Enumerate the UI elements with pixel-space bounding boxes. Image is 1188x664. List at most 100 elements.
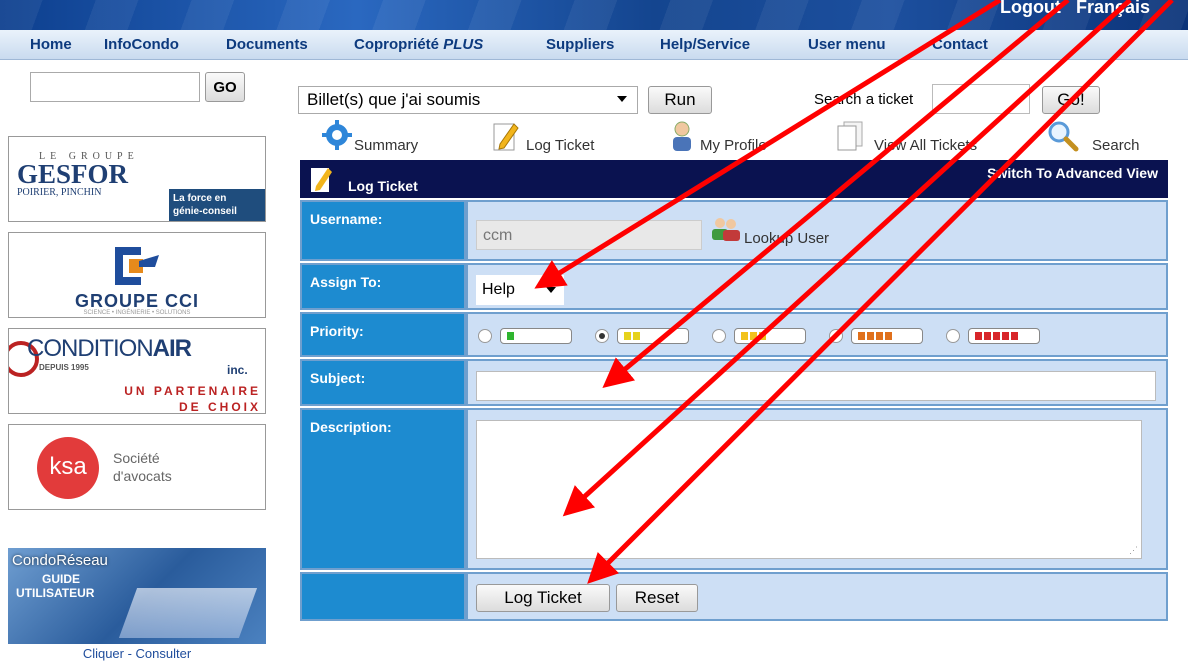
username-label: Username:: [302, 202, 464, 259]
assign-row: Assign To: Help: [300, 262, 1168, 310]
nav-user-menu[interactable]: User menu: [808, 36, 886, 53]
person-icon: [673, 121, 691, 151]
nav-suppliers[interactable]: Suppliers: [546, 36, 614, 53]
advanced-view-link[interactable]: Switch To Advanced View: [987, 165, 1158, 181]
priority-radio-3[interactable]: [712, 329, 726, 343]
ad-ksa[interactable]: ksa Société d'avocats: [8, 424, 266, 510]
condo-cta-link[interactable]: Cliquer - Consulter: [8, 644, 266, 664]
conditionair-name: CONDITIONAIR: [27, 335, 192, 363]
nav-infocondo[interactable]: InfoCondo: [104, 36, 179, 53]
tool-search[interactable]: Search: [1046, 120, 1150, 154]
chevron-down-icon: [546, 287, 556, 293]
ad-conditionair[interactable]: CONDITIONAIR DEPUIS 1995 inc. UN PARTENA…: [8, 328, 266, 414]
nav-copropriete-label: Copropriété: [354, 36, 440, 53]
conditionair-inc: inc.: [227, 363, 248, 377]
username-field[interactable]: ccm: [476, 220, 702, 250]
ksa-tagline: Société d'avocats: [113, 449, 172, 485]
description-label: Description:: [302, 410, 464, 568]
reset-button[interactable]: Reset: [616, 584, 698, 612]
ad-condo-reseau-guide[interactable]: CondoRéseau GUIDE UTILISATEUR Cliquer - …: [8, 548, 266, 664]
priority-bar-segment: [876, 332, 883, 340]
tool-summary[interactable]: Summary: [322, 120, 442, 154]
condo-user: UTILISATEUR: [16, 586, 95, 600]
conditionair-tagline-1: UN PARTENAIRE: [124, 384, 261, 398]
priority-radio-2[interactable]: [595, 329, 609, 343]
site-search-input[interactable]: [30, 72, 200, 102]
priority-level-icon-4: [851, 328, 923, 344]
site-search-go-button[interactable]: GO: [205, 72, 245, 102]
condo-guide: GUIDE: [42, 572, 81, 586]
banner-links: Logout Français: [990, 0, 1150, 18]
assign-cell: Help: [468, 265, 1166, 308]
priority-bar-segment: [867, 332, 874, 340]
username-cell: ccm Lookup User: [468, 202, 1166, 259]
actions-row: Log Ticket Reset: [300, 571, 1168, 621]
subject-input[interactable]: [476, 371, 1156, 401]
priority-bar-segment: [975, 332, 982, 340]
ticket-filter-select[interactable]: Billet(s) que j'ai soumis: [298, 86, 638, 114]
priority-radio-5[interactable]: [946, 329, 960, 343]
nav-documents[interactable]: Documents: [226, 36, 308, 53]
description-textarea[interactable]: ⋰: [476, 420, 1142, 559]
gesfor-subtitle: POIRIER, PINCHIN: [17, 187, 102, 198]
ad-groupe-cci[interactable]: GROUPE CCI SCIENCE • INGÉNIERIE • SOLUTI…: [8, 232, 266, 318]
form-title: Log Ticket: [348, 178, 418, 194]
priority-option-5[interactable]: [946, 326, 1046, 346]
assign-to-select[interactable]: Help: [476, 275, 564, 305]
tool-view-all-tickets[interactable]: View All Tickets: [836, 120, 1006, 154]
log-ticket-button[interactable]: Log Ticket: [476, 584, 610, 612]
ksa-logo: ksa: [37, 437, 99, 499]
priority-bar-segment: [624, 332, 631, 340]
priority-row: Priority:: [300, 311, 1168, 357]
priority-option-1[interactable]: [478, 326, 578, 346]
tool-view-all-tickets-label: View All Tickets: [874, 137, 978, 154]
magnifier-icon: [1048, 121, 1079, 152]
priority-option-3[interactable]: [712, 326, 812, 346]
documents-icon: [837, 121, 863, 151]
run-button[interactable]: Run: [648, 86, 712, 114]
priority-radio-1[interactable]: [478, 329, 492, 343]
resize-grip-icon[interactable]: ⋰: [1129, 545, 1138, 556]
description-cell: ⋰: [468, 410, 1166, 568]
search-ticket-input[interactable]: [932, 84, 1030, 114]
subject-label: Subject:: [302, 361, 464, 404]
priority-level-icon-5: [968, 328, 1040, 344]
chevron-down-icon: [617, 96, 627, 102]
ad-gesfor[interactable]: LE GROUPE GESFOR POIRIER, PINCHIN La for…: [8, 136, 266, 222]
priority-bar-segment: [1002, 332, 1009, 340]
cci-name: GROUPE CCI: [74, 291, 199, 311]
gesfor-badge-line1: La force en: [173, 193, 227, 204]
priority-bar-segment: [885, 332, 892, 340]
priority-level-icon-2: [617, 328, 689, 344]
search-ticket-label: Search a ticket: [814, 91, 914, 108]
cci-subtitle: SCIENCE • INGÉNIERIE • SOLUTIONS: [83, 310, 191, 316]
subject-row: Subject:: [300, 358, 1168, 406]
logout-link[interactable]: Logout: [1000, 0, 1061, 17]
assign-label: Assign To:: [302, 265, 464, 308]
nav-help-service[interactable]: Help/Service: [660, 36, 750, 53]
priority-bar-segment: [750, 332, 757, 340]
nav-home[interactable]: Home: [30, 36, 72, 53]
priority-radio-4[interactable]: [829, 329, 843, 343]
nav-copropriete[interactable]: Copropriété PLUS: [354, 36, 483, 53]
priority-bar-segment: [1011, 332, 1018, 340]
tool-log-ticket[interactable]: Log Ticket: [492, 120, 622, 154]
priority-label: Priority:: [302, 314, 464, 355]
language-link[interactable]: Français: [1076, 0, 1150, 17]
actions-label-cell: [302, 574, 464, 619]
conditionair-tagline-2: DE CHOIX: [178, 400, 261, 414]
nav-copropriete-suffix: PLUS: [443, 36, 484, 53]
laptop-image: [118, 588, 258, 638]
tool-my-profile-label: My Profile: [700, 137, 767, 154]
lookup-user-link[interactable]: Lookup User: [710, 216, 829, 247]
lookup-user-label: Lookup User: [744, 230, 830, 247]
tool-my-profile[interactable]: My Profile: [668, 120, 788, 154]
tool-search-label: Search: [1092, 137, 1140, 154]
nav-contact[interactable]: Contact: [932, 36, 988, 53]
gesfor-badge-line2: génie-conseil: [173, 206, 237, 217]
priority-option-2[interactable]: [595, 326, 695, 346]
search-ticket-go-button[interactable]: Go!: [1042, 86, 1100, 114]
condo-title: CondoRéseau: [12, 552, 108, 569]
assign-to-value: Help: [482, 281, 515, 298]
priority-option-4[interactable]: [829, 326, 929, 346]
